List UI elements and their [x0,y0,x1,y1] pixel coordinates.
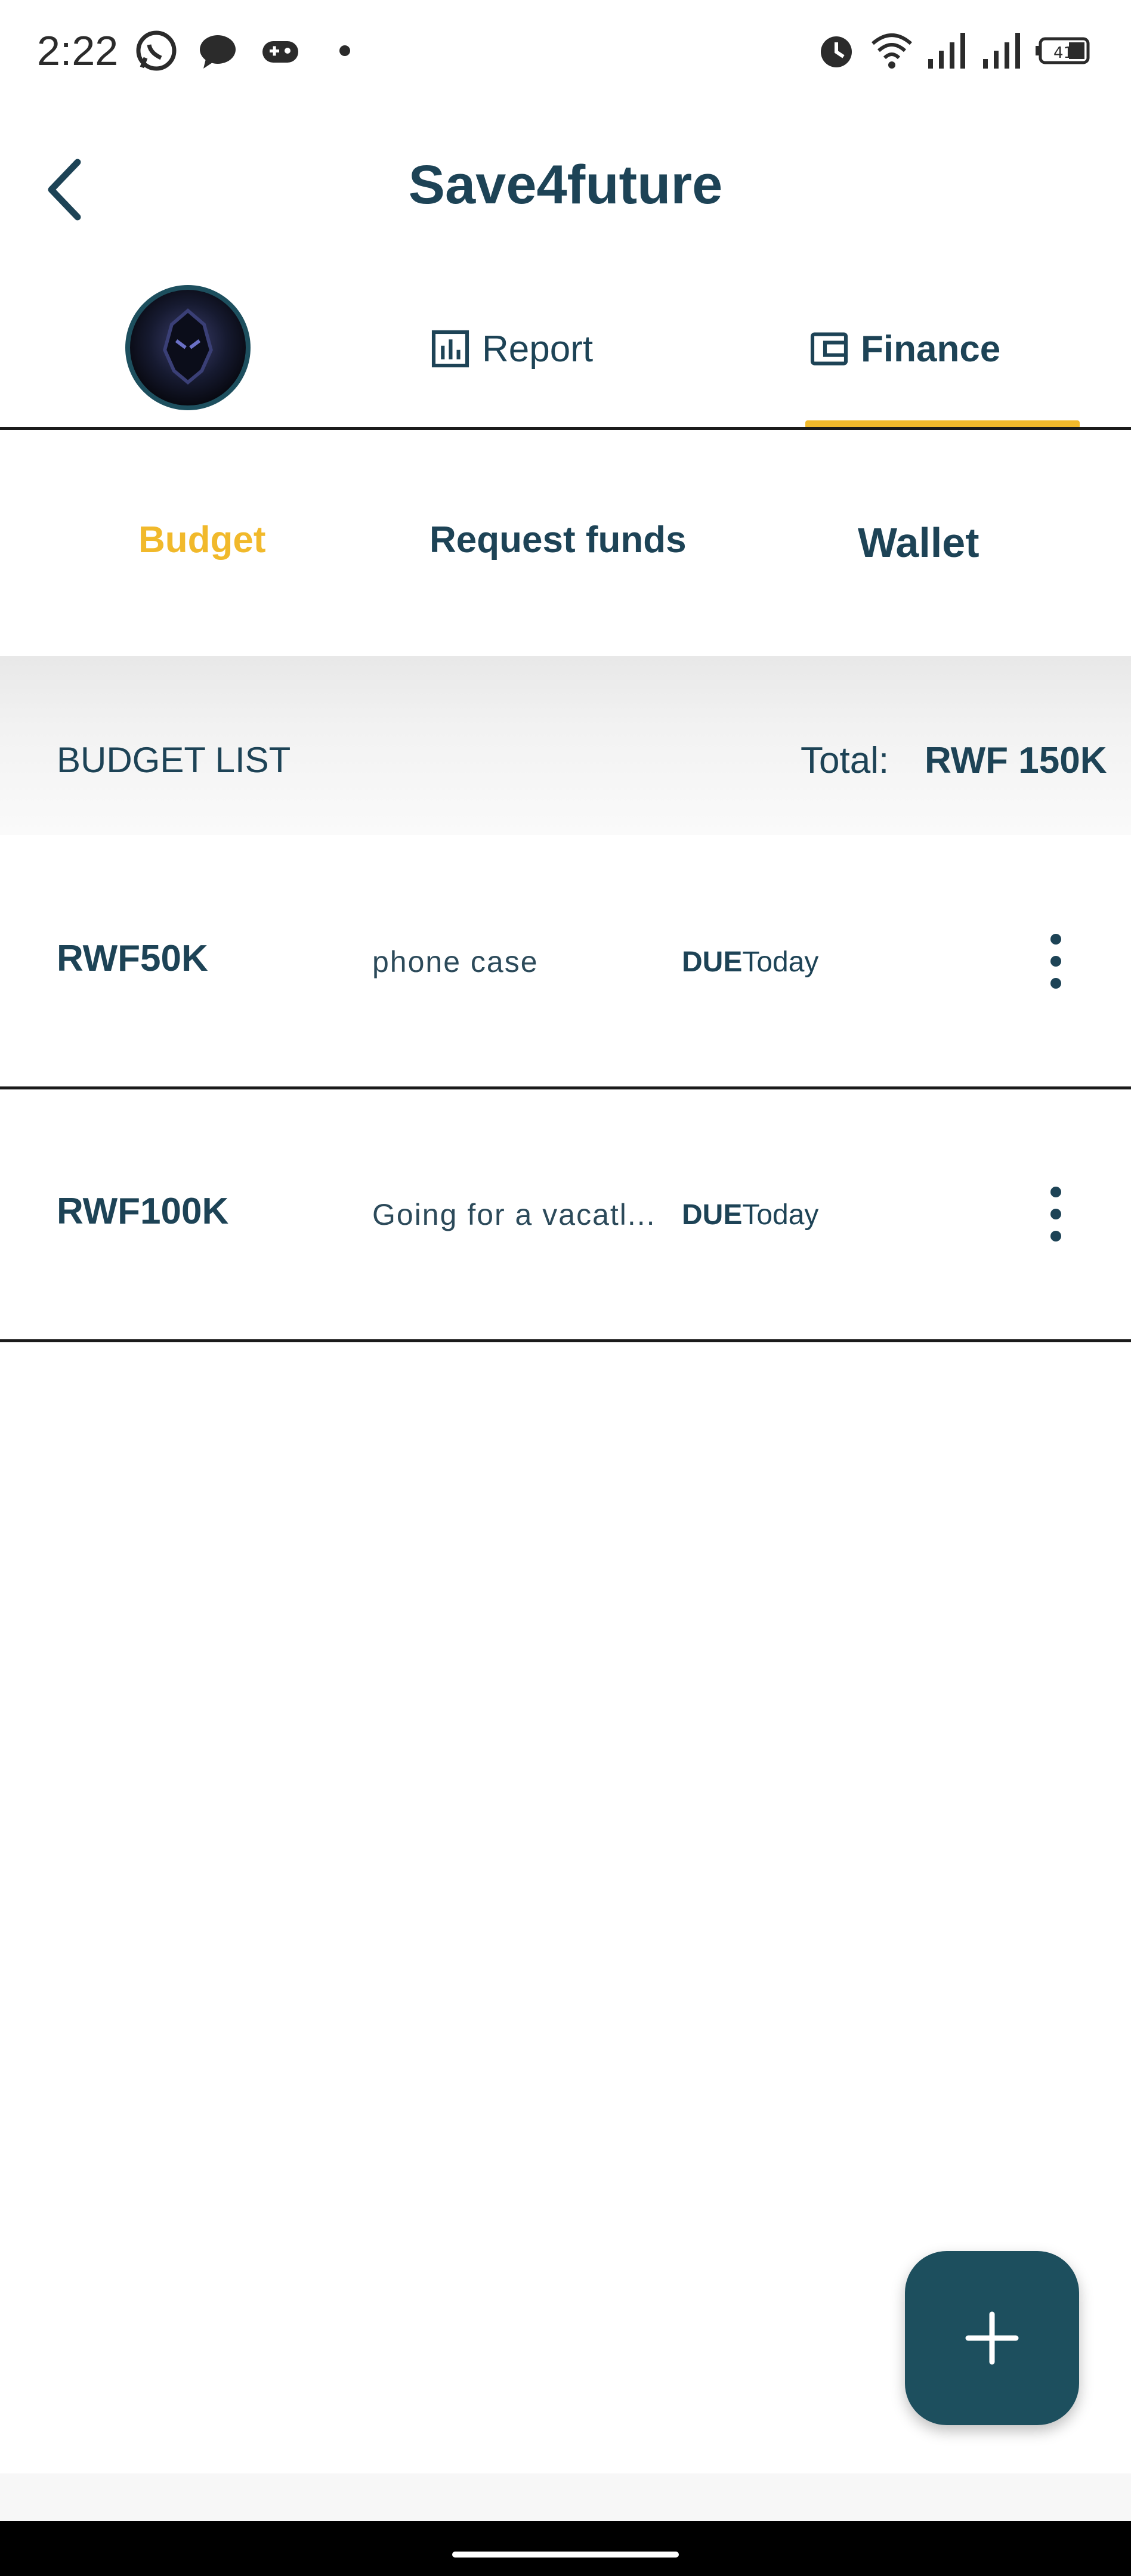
tab-report[interactable]: Report [429,322,593,376]
page-title: Save4future [408,154,723,215]
signal-icon [978,24,1026,78]
due-value: Today [742,946,819,978]
budget-row[interactable]: RWF50K phone case DUEToday [0,836,1131,1088]
tab-finance[interactable]: Finance [808,322,1000,376]
plus-icon [965,2311,1019,2365]
subtab-request-funds[interactable]: Request funds [429,519,687,561]
wifi-icon [868,24,916,78]
subtab-budget[interactable]: Budget [138,519,266,561]
tabs-divider [0,427,1131,430]
dot-icon [327,24,363,78]
due-label: DUE [682,946,743,978]
due-value: Today [742,1199,819,1231]
wallet-icon [810,332,848,366]
signal-icon [923,24,971,78]
vertical-dots-icon [1050,1187,1061,1241]
budget-description: phone case [372,945,539,979]
budget-amount: RWF50K [57,938,208,979]
budget-description: Going for a vacatl... [372,1198,656,1231]
home-handle[interactable] [452,2552,679,2558]
more-options-button[interactable] [1038,1181,1074,1247]
message-icon [194,24,242,78]
alarm-icon [812,24,860,78]
bottom-band [0,2473,1131,2521]
tab-report-label: Report [482,328,594,370]
total-label: Total: [801,740,889,781]
budget-row[interactable]: RWF100K Going for a vacatl... DUEToday [0,1089,1131,1340]
status-time: 2:22 [37,27,119,74]
subtab-wallet[interactable]: Wallet [858,519,979,566]
budget-amount: RWF100K [57,1191,229,1232]
tab-finance-label: Finance [861,328,1001,370]
system-navigation-bar [0,2521,1131,2576]
battery-icon: 41 [1033,24,1093,78]
bar-chart-icon [431,330,469,368]
budget-list-title: BUDGET LIST [57,740,291,780]
budget-due: DUEToday [682,946,818,979]
budget-due: DUEToday [682,1199,818,1231]
game-controller-icon [257,24,304,78]
total-value: RWF 150K [925,740,1107,781]
battery-level: 41 [1053,44,1073,62]
add-budget-button[interactable] [905,2251,1079,2425]
row-divider [0,1339,1131,1342]
whatsapp-icon [132,24,180,78]
due-label: DUE [682,1199,743,1231]
vertical-dots-icon [1050,934,1061,989]
avatar[interactable] [125,285,251,410]
status-bar: 2:22 41 [0,0,1131,101]
more-options-button[interactable] [1038,928,1074,994]
